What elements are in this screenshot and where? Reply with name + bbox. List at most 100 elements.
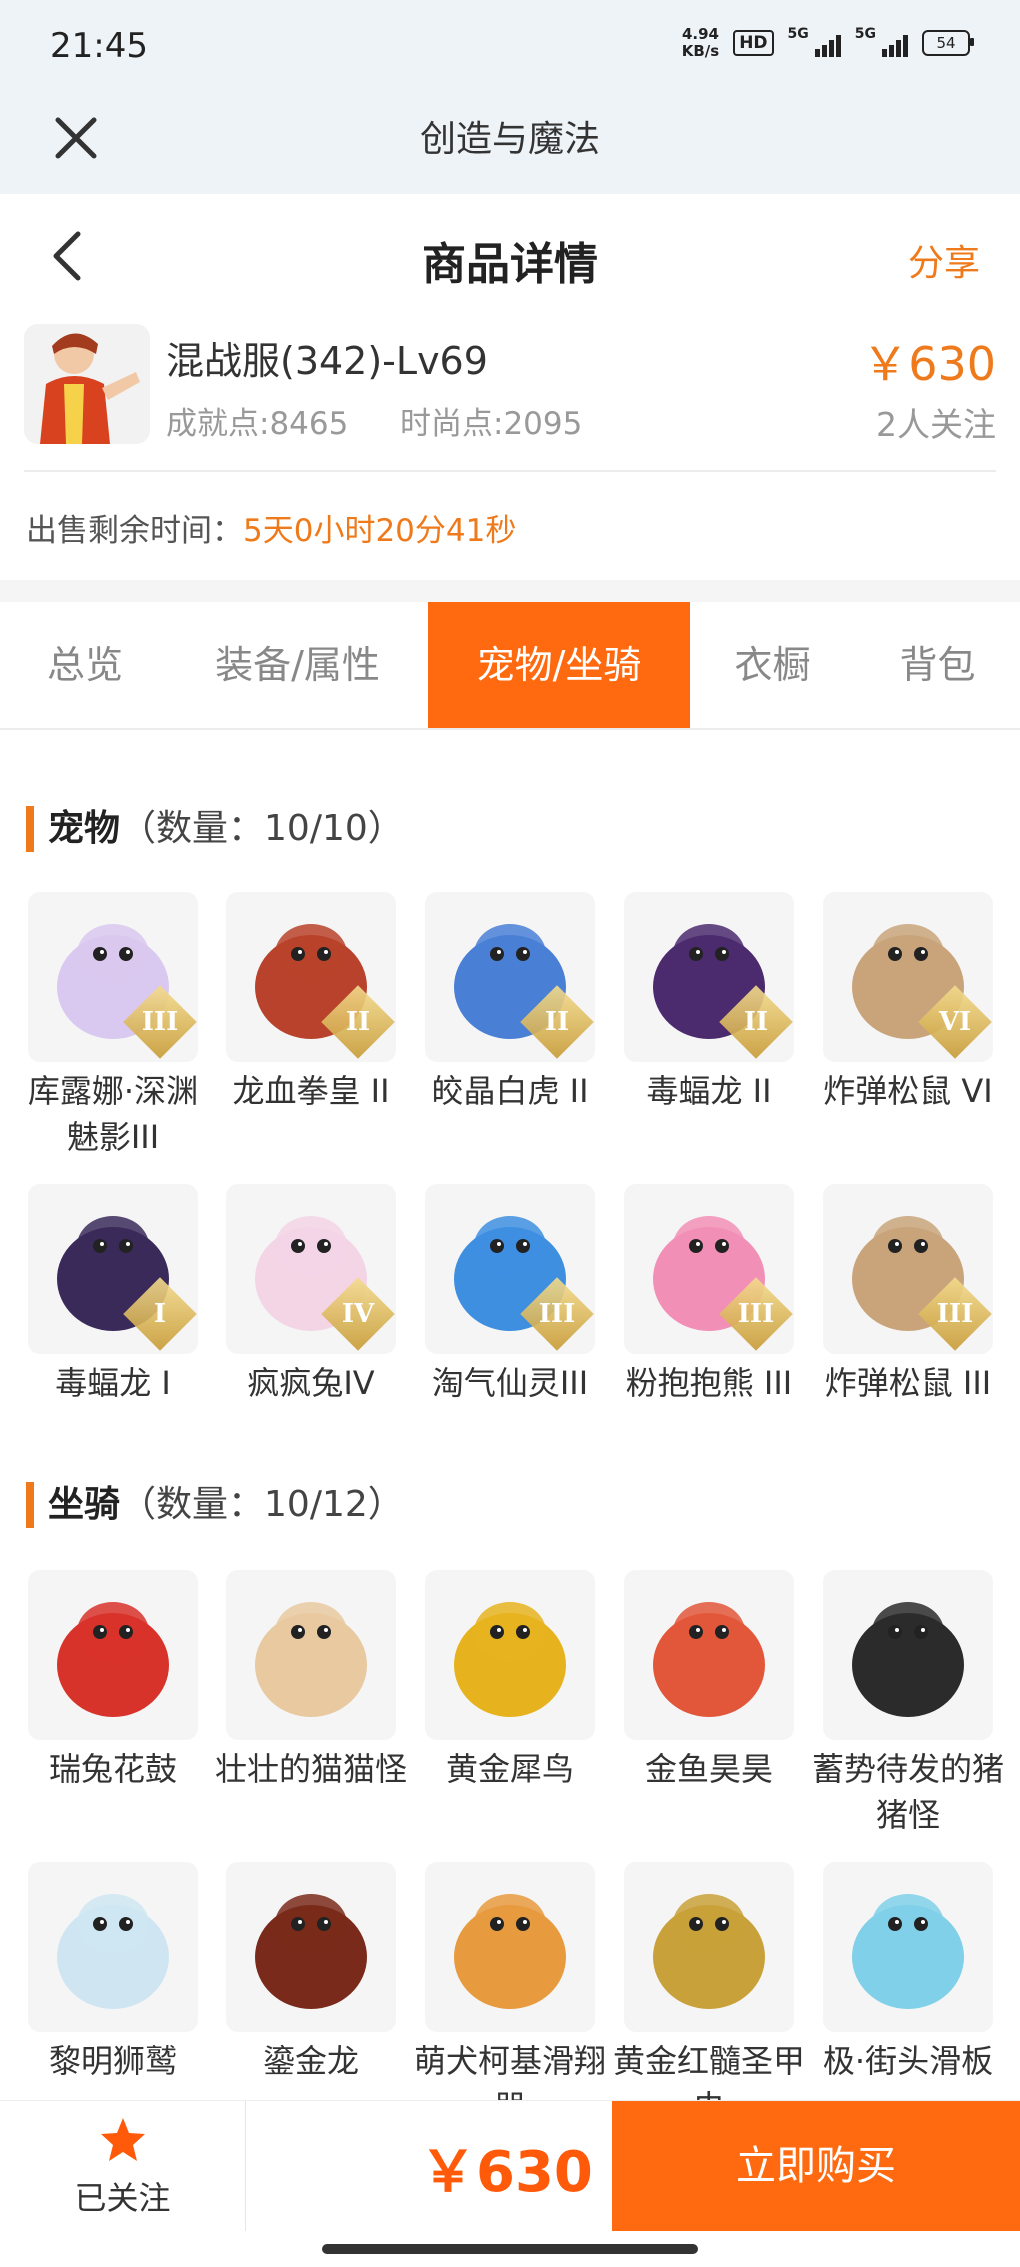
mounts-item[interactable]: 萌犬柯基滑翔器: [414, 1862, 606, 2130]
follow-label: 已关注: [74, 2179, 171, 2217]
mounts-thumbnail: [823, 1570, 993, 1740]
tier-badge: II: [345, 1007, 371, 1037]
speed-value: 4.94: [681, 25, 719, 43]
mounts-name: 极·街头滑板: [822, 2042, 994, 2080]
pets-item[interactable]: I 毒蝠龙 I: [28, 1184, 198, 1406]
tier-badge: VI: [938, 1007, 972, 1037]
pets-item[interactable]: III 库露娜·深渊魅影III: [28, 892, 198, 1160]
signal-icon: [814, 29, 841, 57]
mounts-item[interactable]: 金鱼昊昊: [624, 1570, 794, 1792]
creature-image: [653, 1894, 765, 2009]
tier-badge: I: [153, 1299, 167, 1329]
buy-now-button[interactable]: 立即购买: [612, 2101, 1020, 2231]
pets-thumbnail: II: [425, 892, 595, 1062]
character-avatar[interactable]: [24, 324, 150, 444]
pets-name: 毒蝠龙 II: [646, 1072, 772, 1110]
mounts-thumbnail: [226, 1862, 396, 2032]
pets-name: 疯疯兔IV: [247, 1364, 375, 1402]
mounts-name: 金鱼昊昊: [644, 1750, 773, 1788]
net-label-1: 5G: [787, 26, 809, 42]
tier-badge: IV: [341, 1299, 375, 1329]
pets-thumbnail: VI: [823, 892, 993, 1062]
pets-name: 淘气仙灵III: [431, 1364, 589, 1402]
creature-image: [255, 1894, 367, 2009]
pets-thumbnail: III: [624, 1184, 794, 1354]
creature-image: [653, 1602, 765, 1717]
mounts-item[interactable]: 壮壮的猫猫怪: [215, 1570, 407, 1792]
mounts-name: 壮壮的猫猫怪: [214, 1750, 407, 1788]
mounts-thumbnail: [226, 1570, 396, 1740]
pets-name: 炸弹松鼠 VI: [823, 1072, 993, 1110]
pets-name: 皎晶白虎 II: [431, 1072, 589, 1110]
tab-equipment[interactable]: 装备/属性: [170, 602, 425, 728]
creature-image: [255, 1602, 367, 1717]
share-button[interactable]: 分享: [908, 234, 980, 286]
mounts-item[interactable]: 鎏金龙: [226, 1862, 396, 2084]
status-bar: 21:45 4.94 KB/s HD 5G 5G 54: [0, 0, 1020, 92]
mounts-item[interactable]: 黄金红髓圣甲虫: [613, 1862, 805, 2130]
bottom-bar: 已关注 ￥630 立即购买: [0, 2100, 1020, 2231]
pets-thumbnail: IV: [226, 1184, 396, 1354]
creature-image: [852, 1602, 964, 1717]
mounts-count: （数量：10/12）: [120, 1484, 404, 1525]
pets-item[interactable]: III 粉抱抱熊 III: [624, 1184, 794, 1406]
pets-item[interactable]: IV 疯疯兔IV: [226, 1184, 396, 1406]
mounts-item[interactable]: 极·街头滑板: [823, 1862, 993, 2084]
battery-icon: 54: [922, 30, 974, 56]
pets-item[interactable]: III 炸弹松鼠 III: [823, 1184, 993, 1406]
pets-thumbnail: III: [823, 1184, 993, 1354]
signal-icon: [882, 29, 908, 57]
hd-icon: HD: [733, 30, 774, 56]
mounts-thumbnail: [425, 1862, 595, 2032]
tier-badge: III: [936, 1299, 974, 1329]
mounts-name: 蓄势待发的猪猪怪: [811, 1750, 1004, 1834]
mounts-thumbnail: [28, 1862, 198, 2032]
tab-overview[interactable]: 总览: [0, 602, 170, 728]
follow-button[interactable]: 已关注: [0, 2101, 245, 2231]
tier-badge: III: [737, 1299, 775, 1329]
mounts-thumbnail: [823, 1862, 993, 2032]
pets-name: 库露娜·深渊魅影III: [27, 1072, 199, 1156]
pets-thumbnail: II: [624, 892, 794, 1062]
mounts-name: 瑞兔花鼓: [48, 1750, 177, 1788]
pets-thumbnail: III: [28, 892, 198, 1062]
creature-image: [454, 1894, 566, 2009]
mounts-name: 黄金犀鸟: [445, 1750, 574, 1788]
pets-name: 粉抱抱熊 III: [625, 1364, 793, 1402]
mounts-item[interactable]: 黎明狮鹫: [28, 1862, 198, 2084]
tab-wardrobe[interactable]: 衣橱: [690, 602, 855, 728]
character-figure: [24, 324, 150, 444]
creature-image: [57, 1602, 169, 1717]
mounts-item[interactable]: 瑞兔花鼓: [28, 1570, 198, 1792]
pets-item[interactable]: II 龙血拳皇 II: [226, 892, 396, 1114]
remaining-time: 出售剩余时间：5天0小时20分41秒: [26, 505, 516, 550]
tier-badge: III: [538, 1299, 576, 1329]
tab-pets-mounts[interactable]: 宠物/坐骑: [428, 602, 690, 728]
pets-item[interactable]: II 毒蝠龙 II: [624, 892, 794, 1114]
product-price: ￥630: [862, 337, 996, 391]
bottom-price: ￥630: [420, 2140, 593, 2205]
section-separator: [0, 580, 1020, 602]
pets-item[interactable]: III 淘气仙灵III: [425, 1184, 595, 1406]
pets-name: 毒蝠龙 I: [55, 1364, 171, 1402]
pets-thumbnail: I: [28, 1184, 198, 1354]
pets-item[interactable]: II 皎晶白虎 II: [425, 892, 595, 1114]
pets-item[interactable]: VI 炸弹松鼠 VI: [823, 892, 993, 1114]
remaining-time-label: 出售剩余时间：: [26, 513, 243, 549]
pets-thumbnail: III: [425, 1184, 595, 1354]
net-label-2: 5G: [854, 26, 876, 42]
mounts-item[interactable]: 蓄势待发的猪猪怪: [812, 1570, 1004, 1838]
home-indicator[interactable]: [322, 2244, 698, 2254]
tier-badge: II: [544, 1007, 570, 1037]
divider: [24, 470, 996, 472]
creature-image: [57, 1894, 169, 2009]
mounts-item[interactable]: 黄金犀鸟: [425, 1570, 595, 1792]
tab-bar: 总览 装备/属性 宠物/坐骑 衣橱 背包: [0, 602, 1020, 730]
mounts-name: 黎明狮鹫: [48, 2042, 177, 2080]
page-title: 商品详情: [422, 239, 598, 290]
mounts-name: 鎏金龙: [262, 2042, 359, 2080]
tab-backpack[interactable]: 背包: [855, 602, 1020, 728]
pets-count: （数量：10/10）: [120, 808, 404, 849]
status-icons: 4.94 KB/s HD 5G 5G 54: [681, 25, 974, 60]
status-time: 21:45: [50, 26, 148, 66]
